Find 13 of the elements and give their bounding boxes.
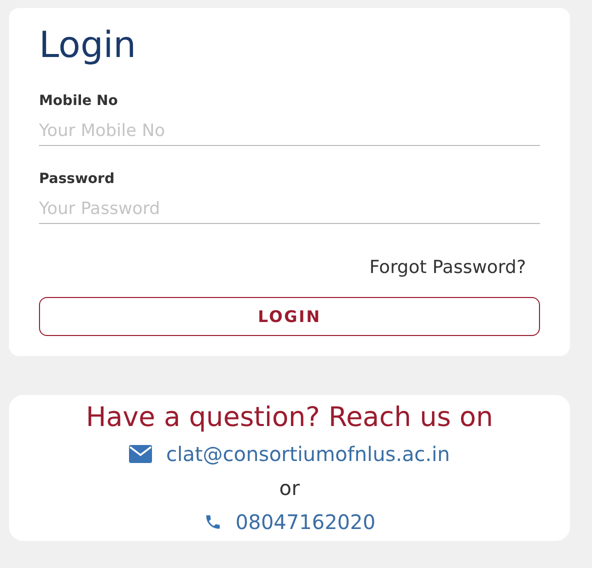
envelope-icon bbox=[129, 445, 152, 463]
forgot-password-link[interactable]: Forgot Password? bbox=[369, 256, 526, 280]
email-link[interactable]: clat@consortiumofnlus.ac.in bbox=[166, 439, 450, 469]
field-label: Mobile No bbox=[39, 92, 118, 110]
input-field[interactable]: Your Password bbox=[39, 194, 540, 224]
login-title: Login bbox=[39, 26, 136, 66]
contact-heading: Have a question? Reach us on bbox=[86, 401, 494, 435]
login-button[interactable]: LOGIN bbox=[39, 297, 540, 336]
or-text: or bbox=[279, 475, 300, 502]
field-label: Password bbox=[39, 170, 114, 188]
input-field[interactable]: Your Mobile No bbox=[39, 116, 540, 146]
phone-link[interactable]: 08047162020 bbox=[236, 507, 376, 537]
phone-icon bbox=[204, 513, 222, 531]
